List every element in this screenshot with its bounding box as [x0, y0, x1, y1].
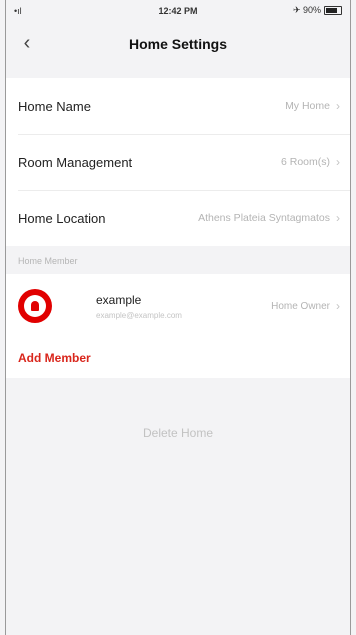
status-bar: •ıl 12:42 PM ✈ 90% — [6, 0, 350, 24]
member-info: example example@example.com — [96, 293, 182, 320]
home-name-value: My Home — [285, 100, 330, 112]
home-location-value: Athens Plateia Syntagmatos — [198, 212, 330, 224]
chevron-right-icon: › — [336, 211, 340, 225]
chevron-right-icon: › — [336, 299, 340, 313]
member-role: Home Owner — [271, 300, 330, 312]
battery-text: ✈ 90% — [292, 5, 321, 15]
home-name-label: Home Name — [18, 98, 91, 114]
battery-icon — [324, 6, 342, 15]
home-name-row[interactable]: Home Name My Home › — [6, 78, 350, 134]
member-list: example example@example.com Home Owner ›… — [6, 274, 350, 378]
add-member-button[interactable]: Add Member — [18, 351, 91, 365]
nav-bar: ‹ Home Settings — [6, 24, 350, 64]
member-email: example@example.com — [96, 310, 182, 320]
battery-indicator: ✈ 90% — [293, 5, 342, 16]
member-row[interactable]: example example@example.com Home Owner › — [6, 274, 350, 338]
avatar — [18, 289, 52, 323]
home-location-row[interactable]: Home Location Athens Plateia Syntagmatos… — [6, 190, 350, 246]
page-title: Home Settings — [128, 36, 227, 52]
home-location-label: Home Location — [18, 210, 106, 226]
room-management-value: 6 Room(s) — [280, 156, 330, 168]
delete-home-button[interactable]: Delete Home — [6, 426, 350, 440]
member-name: example — [96, 292, 142, 307]
back-icon[interactable]: ‹ — [16, 32, 38, 54]
user-icon — [24, 295, 46, 317]
chevron-right-icon: › — [336, 99, 340, 113]
room-management-label: Room Management — [18, 154, 133, 170]
add-member-row[interactable]: Add Member — [6, 338, 350, 378]
app-frame: •ıl 12:42 PM ✈ 90% ‹ Home Settings Home … — [5, 0, 351, 635]
home-settings-group: Home Name My Home › Room Management 6 Ro… — [6, 78, 350, 246]
room-management-row[interactable]: Room Management 6 Room(s) › — [6, 134, 350, 190]
home-member-header: Home Member — [18, 256, 78, 266]
chevron-right-icon: › — [336, 155, 340, 169]
